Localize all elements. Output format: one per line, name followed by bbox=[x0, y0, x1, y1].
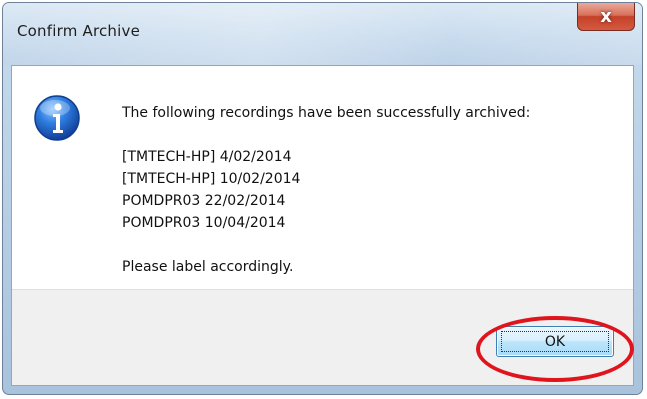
button-bar: OK bbox=[12, 289, 633, 385]
dialog-window: Confirm Archive x The following recordin… bbox=[2, 2, 643, 395]
recording-item: [TMTECH-HP] 10/02/2014 bbox=[122, 171, 301, 187]
dialog-content: The following recordings have been succe… bbox=[12, 66, 633, 291]
recording-item: [TMTECH-HP] 4/02/2014 bbox=[122, 149, 292, 165]
close-button[interactable]: x bbox=[577, 3, 635, 31]
close-icon: x bbox=[600, 6, 612, 27]
message-heading: The following recordings have been succe… bbox=[122, 105, 531, 121]
ok-button[interactable]: OK bbox=[496, 326, 614, 357]
recording-item: POMDPR03 22/02/2014 bbox=[122, 193, 286, 209]
title-bar[interactable]: Confirm Archive x bbox=[3, 3, 642, 65]
info-icon bbox=[34, 95, 80, 141]
window-title: Confirm Archive bbox=[17, 22, 141, 40]
recording-item: POMDPR03 10/04/2014 bbox=[122, 215, 286, 231]
dialog-client-area: The following recordings have been succe… bbox=[11, 65, 634, 386]
message-text: The following recordings have been succe… bbox=[122, 102, 530, 278]
message-note: Please label accordingly. bbox=[122, 259, 294, 275]
focus-rectangle bbox=[501, 331, 609, 352]
